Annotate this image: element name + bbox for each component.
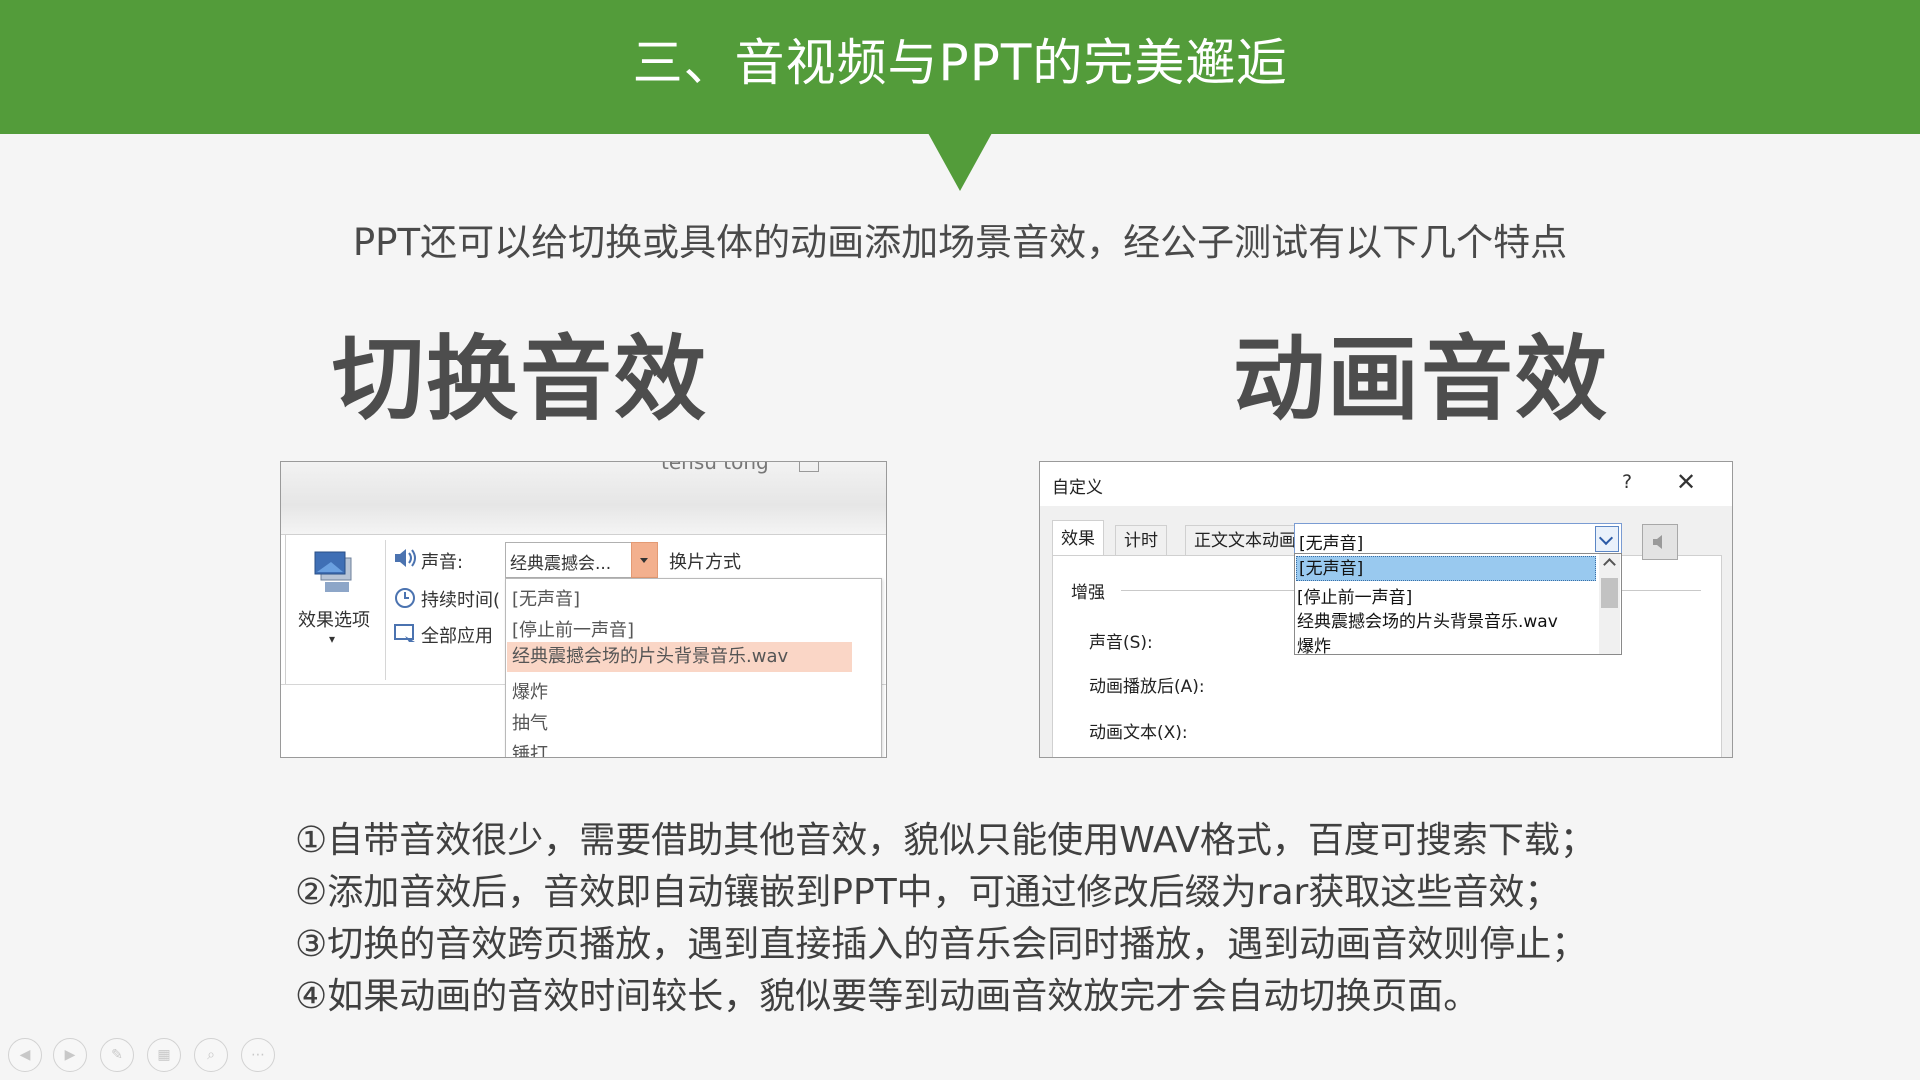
apply-all-label[interactable]: 全部应用: [421, 622, 493, 648]
pen-icon[interactable]: ✎: [100, 1038, 134, 1072]
sound-select[interactable]: 经典震撼会...: [505, 542, 658, 578]
animation-sound-heading: 动画音效: [1233, 326, 1610, 433]
speaker-icon: [393, 546, 419, 574]
animate-text-label: 动画文本(X):: [1089, 723, 1188, 743]
tab-text-animation[interactable]: 正文文本动画: [1185, 525, 1305, 555]
list-item[interactable]: 爆炸: [1297, 632, 1331, 657]
list-item[interactable]: [无声音]: [512, 585, 580, 611]
effect-options-icon: [311, 548, 359, 604]
list-item[interactable]: 锤打: [512, 740, 548, 757]
effect-options-button[interactable]: 效果选项 ▾: [291, 542, 377, 652]
slide-title: 三、音视频与PPT的完美邂逅: [632, 34, 1288, 92]
note-2: ②添加音效后，音效即自动镶嵌到PPT中，可通过修改后缀为rar获取这些音效；: [295, 872, 1561, 913]
list-item-selected[interactable]: 经典震撼会场的片头背景音乐.wav: [507, 642, 852, 672]
slide-subtitle: PPT还可以给切换或具体的动画添加场景音效，经公子测试有以下几个特点: [352, 221, 1568, 264]
ribbon-header: tensu tong: [281, 462, 886, 535]
window-restore-icon: [799, 462, 819, 472]
next-icon[interactable]: ▶: [53, 1038, 87, 1072]
note-3: ③切换的音效跨页播放，遇到直接插入的音乐会同时播放，遇到动画音效则停止；: [295, 924, 1588, 965]
slides-icon[interactable]: ▦: [147, 1038, 181, 1072]
sound-field-label: 声音(S):: [1089, 633, 1153, 653]
sound-dropdown-button[interactable]: [631, 542, 658, 578]
chevron-down-icon[interactable]: [1595, 526, 1619, 552]
zoom-icon[interactable]: ⌕: [194, 1038, 228, 1072]
dialog-title: 自定义: [1052, 478, 1103, 498]
feature-notes: ①自带音效很少，需要借助其他音效，貌似只能使用WAV格式，百度可搜索下载； ②添…: [295, 815, 1695, 1023]
sound-list: [无声音] [停止前一声音] 经典震撼会场的片头背景音乐.wav 爆炸: [1294, 553, 1622, 657]
chevron-down-icon: ▾: [329, 632, 336, 646]
list-scrollbar[interactable]: [1599, 554, 1620, 654]
sound-select-value: 经典震撼会...: [510, 554, 612, 574]
previous-icon[interactable]: ◀: [8, 1038, 42, 1072]
ribbon-user-text: tensu tong: [661, 461, 769, 474]
duration-label: 持续时间(: [421, 590, 501, 611]
list-item[interactable]: 经典震撼会场的片头背景音乐.wav: [1297, 607, 1558, 632]
note-1: ①自带音效很少，需要借助其他音效，貌似只能使用WAV格式，百度可搜索下载；: [295, 820, 1596, 861]
transition-sound-screenshot: tensu tong 效果选项 ▾ 声音: 经典震撼会... 换片方式 持续时间…: [280, 461, 887, 758]
dialog-titlebar: 自定义 ? ✕: [1040, 462, 1732, 506]
sound-dropdown-list: [无声音] [停止前一声音] 经典震撼会场的片头背景音乐.wav 爆炸 抽气 锤…: [505, 578, 882, 757]
effect-options-label: 效果选项: [298, 610, 370, 631]
header-arrow: [928, 133, 992, 191]
close-icon[interactable]: ✕: [1676, 468, 1696, 496]
animation-sound-screenshot: 自定义 ? ✕ 效果 计时 正文文本动画 增强 声音(S): 动画播放后(A):…: [1039, 461, 1733, 758]
note-4: ④如果动画的音效时间较长，貌似要等到动画音效放完才会自动切换页面。: [295, 976, 1480, 1017]
ribbon-separator: [385, 540, 386, 680]
transition-sound-heading: 切换音效: [332, 326, 709, 433]
tab-timing[interactable]: 计时: [1115, 525, 1167, 555]
sound-label: 声音:: [421, 552, 464, 573]
sound-preview-button[interactable]: [1642, 524, 1678, 560]
ribbon-left-edge: [281, 535, 286, 685]
clock-icon: [393, 586, 417, 614]
list-item[interactable]: 抽气: [512, 709, 548, 735]
help-icon[interactable]: ?: [1622, 471, 1632, 493]
apply-all-icon: [393, 622, 419, 650]
switch-mode-label: 换片方式: [669, 552, 741, 573]
list-item[interactable]: 爆炸: [512, 678, 548, 704]
sound-combo[interactable]: [无声音]: [1294, 523, 1622, 555]
scroll-thumb[interactable]: [1601, 578, 1618, 608]
tab-effect[interactable]: 效果: [1052, 520, 1104, 556]
speaker-icon: [1653, 535, 1662, 549]
sound-combo-value: [无声音]: [1299, 534, 1364, 554]
list-item[interactable]: [停止前一声音]: [1297, 583, 1412, 608]
more-icon[interactable]: ⋯: [241, 1038, 275, 1072]
enhance-group-label: 增强: [1071, 583, 1105, 603]
header-bar: 三、音视频与PPT的完美邂逅: [0, 0, 1920, 134]
list-item[interactable]: [停止前一声音]: [512, 616, 634, 642]
list-item-selected[interactable]: [无声音]: [1296, 556, 1596, 581]
scroll-up-icon[interactable]: [1603, 558, 1616, 571]
after-animation-label: 动画播放后(A):: [1089, 677, 1205, 697]
